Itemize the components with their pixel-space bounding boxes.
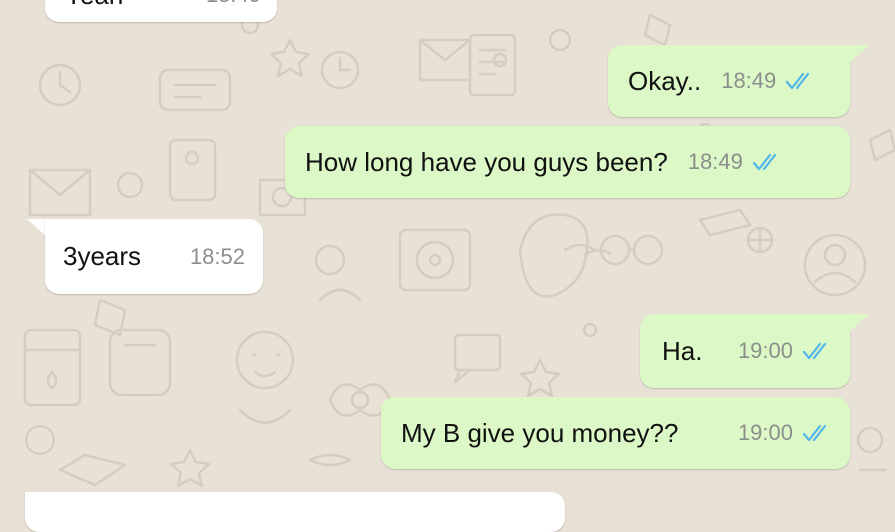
double-check-icon	[785, 71, 815, 91]
message-bubble-incoming[interactable]: 3years 18:52	[45, 219, 263, 294]
message-timestamp: 18:49	[687, 149, 743, 174]
message-timestamp: 18:49	[206, 0, 261, 8]
message-timestamp: 19:00	[737, 420, 793, 445]
message-text: Okay..	[628, 65, 702, 96]
bubble-tail	[27, 219, 47, 237]
message-bubble-outgoing[interactable]: My B give you money?? 19:00	[381, 397, 850, 469]
double-check-icon	[802, 423, 832, 443]
bubble-tail	[849, 314, 869, 332]
message-text: Yeah	[65, 0, 123, 11]
message-text: 3years	[63, 241, 142, 271]
message-timestamp: 18:49	[721, 68, 777, 93]
message-timestamp: 18:52	[189, 243, 245, 269]
message-timestamp: 19:00	[737, 338, 793, 363]
bubble-tail	[849, 45, 869, 63]
message-text: My B give you money??	[401, 417, 679, 448]
message-bubble-outgoing[interactable]: Okay.. 18:49	[608, 45, 850, 117]
message-text: How long have you guys been?	[305, 146, 668, 177]
double-check-icon	[752, 152, 782, 172]
message-text: Ha.	[662, 335, 703, 366]
message-bubble-outgoing[interactable]: Ha. 19:00	[640, 314, 850, 388]
double-check-icon	[802, 341, 832, 361]
message-bubble-incoming[interactable]	[25, 492, 565, 532]
message-bubble-outgoing[interactable]: How long have you guys been? 18:49	[285, 126, 850, 198]
message-bubble-incoming[interactable]: Yeah 18:49	[45, 0, 277, 22]
